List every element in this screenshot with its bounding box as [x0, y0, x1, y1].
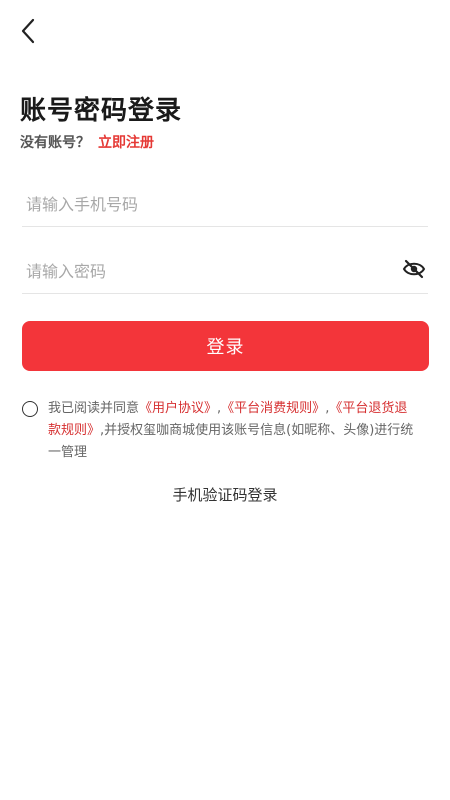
user-agreement-link[interactable]: 《用户协议》 [139, 401, 217, 416]
phone-input[interactable] [22, 182, 428, 226]
register-link[interactable]: 立即注册 [98, 135, 154, 151]
agreement-suffix: ,并授权玺咖商城使用该账号信息(如昵称、头像)进行统一管理 [48, 423, 414, 460]
toggle-password-visibility-button[interactable] [400, 257, 428, 285]
phone-field [22, 182, 428, 227]
agreement-text: 我已阅读并同意《用户协议》,《平台消费规则》,《平台退货退款规则》,并授权玺咖商… [48, 398, 420, 464]
agreement-section: 我已阅读并同意《用户协议》,《平台消费规则》,《平台退货退款规则》,并授权玺咖商… [22, 398, 420, 464]
password-field [22, 249, 428, 294]
eye-hidden-icon [402, 259, 426, 283]
agreement-prefix: 我已阅读并同意 [48, 401, 140, 416]
password-input[interactable] [22, 249, 400, 293]
page-title: 账号密码登录 [20, 96, 183, 126]
login-button[interactable]: 登录 [22, 321, 429, 371]
consumption-rules-link[interactable]: 《平台消费规则》 [221, 401, 325, 416]
agreement-checkbox[interactable] [22, 401, 38, 417]
no-account-text: 没有账号？ [20, 135, 90, 151]
back-button[interactable] [14, 18, 42, 48]
register-prompt: 没有账号？ 立即注册 [20, 132, 154, 152]
chevron-left-icon [20, 18, 36, 48]
sms-login-link[interactable]: 手机验证码登录 [0, 484, 450, 505]
